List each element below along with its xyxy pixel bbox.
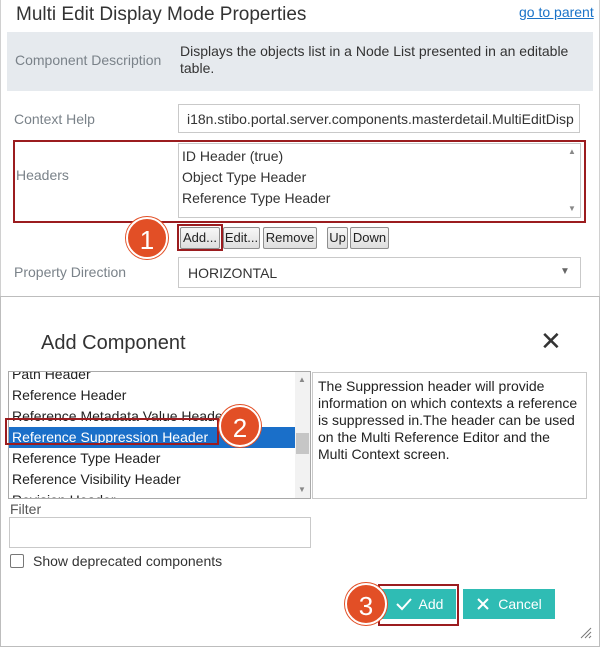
selected-item-highlight-frame (5, 418, 219, 445)
callout-badge-2: 2 (219, 405, 261, 447)
add-button-highlight-frame (177, 224, 223, 251)
component-list-item[interactable]: Reference Visibility Header (9, 469, 295, 490)
dialog-title: Add Component (41, 332, 186, 354)
cancel-button[interactable]: Cancel (463, 589, 555, 619)
component-list-scroll-thumb[interactable] (296, 433, 309, 454)
filter-input[interactable] (9, 517, 311, 548)
callout-badge-3: 3 (345, 583, 387, 625)
headers-highlight-frame (13, 140, 586, 223)
property-direction-select[interactable]: HORIZONTAL (178, 257, 581, 288)
component-description-panel: The Suppression header will provide info… (312, 372, 587, 499)
resize-grip-icon[interactable] (580, 627, 592, 639)
scroll-down-arrow-icon[interactable]: ▼ (298, 485, 306, 494)
move-up-button[interactable]: Up (327, 227, 348, 249)
add-button-highlight-frame (378, 584, 459, 626)
component-list-item[interactable]: Reference Header (9, 385, 295, 406)
filter-label: Filter (10, 501, 42, 517)
show-deprecated-checkbox[interactable] (10, 554, 24, 568)
callout-badge-1: 1 (126, 217, 168, 259)
chevron-down-icon[interactable]: ▼ (560, 266, 570, 277)
scroll-up-arrow-icon[interactable]: ▲ (298, 375, 306, 384)
property-direction-label: Property Direction (14, 264, 127, 280)
go-to-parent-link[interactable]: go to parent (519, 4, 594, 20)
component-description-text: Displays the objects list in a Node List… (180, 43, 569, 76)
component-list-item[interactable]: Path Header (9, 372, 295, 385)
close-icon[interactable]: ✕ (540, 326, 562, 356)
component-list-item[interactable]: Revision Header (9, 490, 295, 498)
component-list-item[interactable]: Reference Type Header (9, 448, 295, 469)
context-help-label: Context Help (14, 111, 95, 127)
cancel-button-label: Cancel (498, 596, 542, 612)
remove-header-button[interactable]: Remove (263, 227, 317, 249)
component-description-label: Component Description (15, 52, 162, 68)
page-title: Multi Edit Display Mode Properties (16, 4, 307, 25)
context-help-input[interactable]: i18n.stibo.portal.server.components.mast… (178, 104, 580, 133)
move-down-button[interactable]: Down (350, 227, 389, 249)
edit-header-button[interactable]: Edit... (223, 227, 260, 249)
x-icon (477, 598, 489, 610)
show-deprecated-label: Show deprecated components (33, 553, 223, 569)
